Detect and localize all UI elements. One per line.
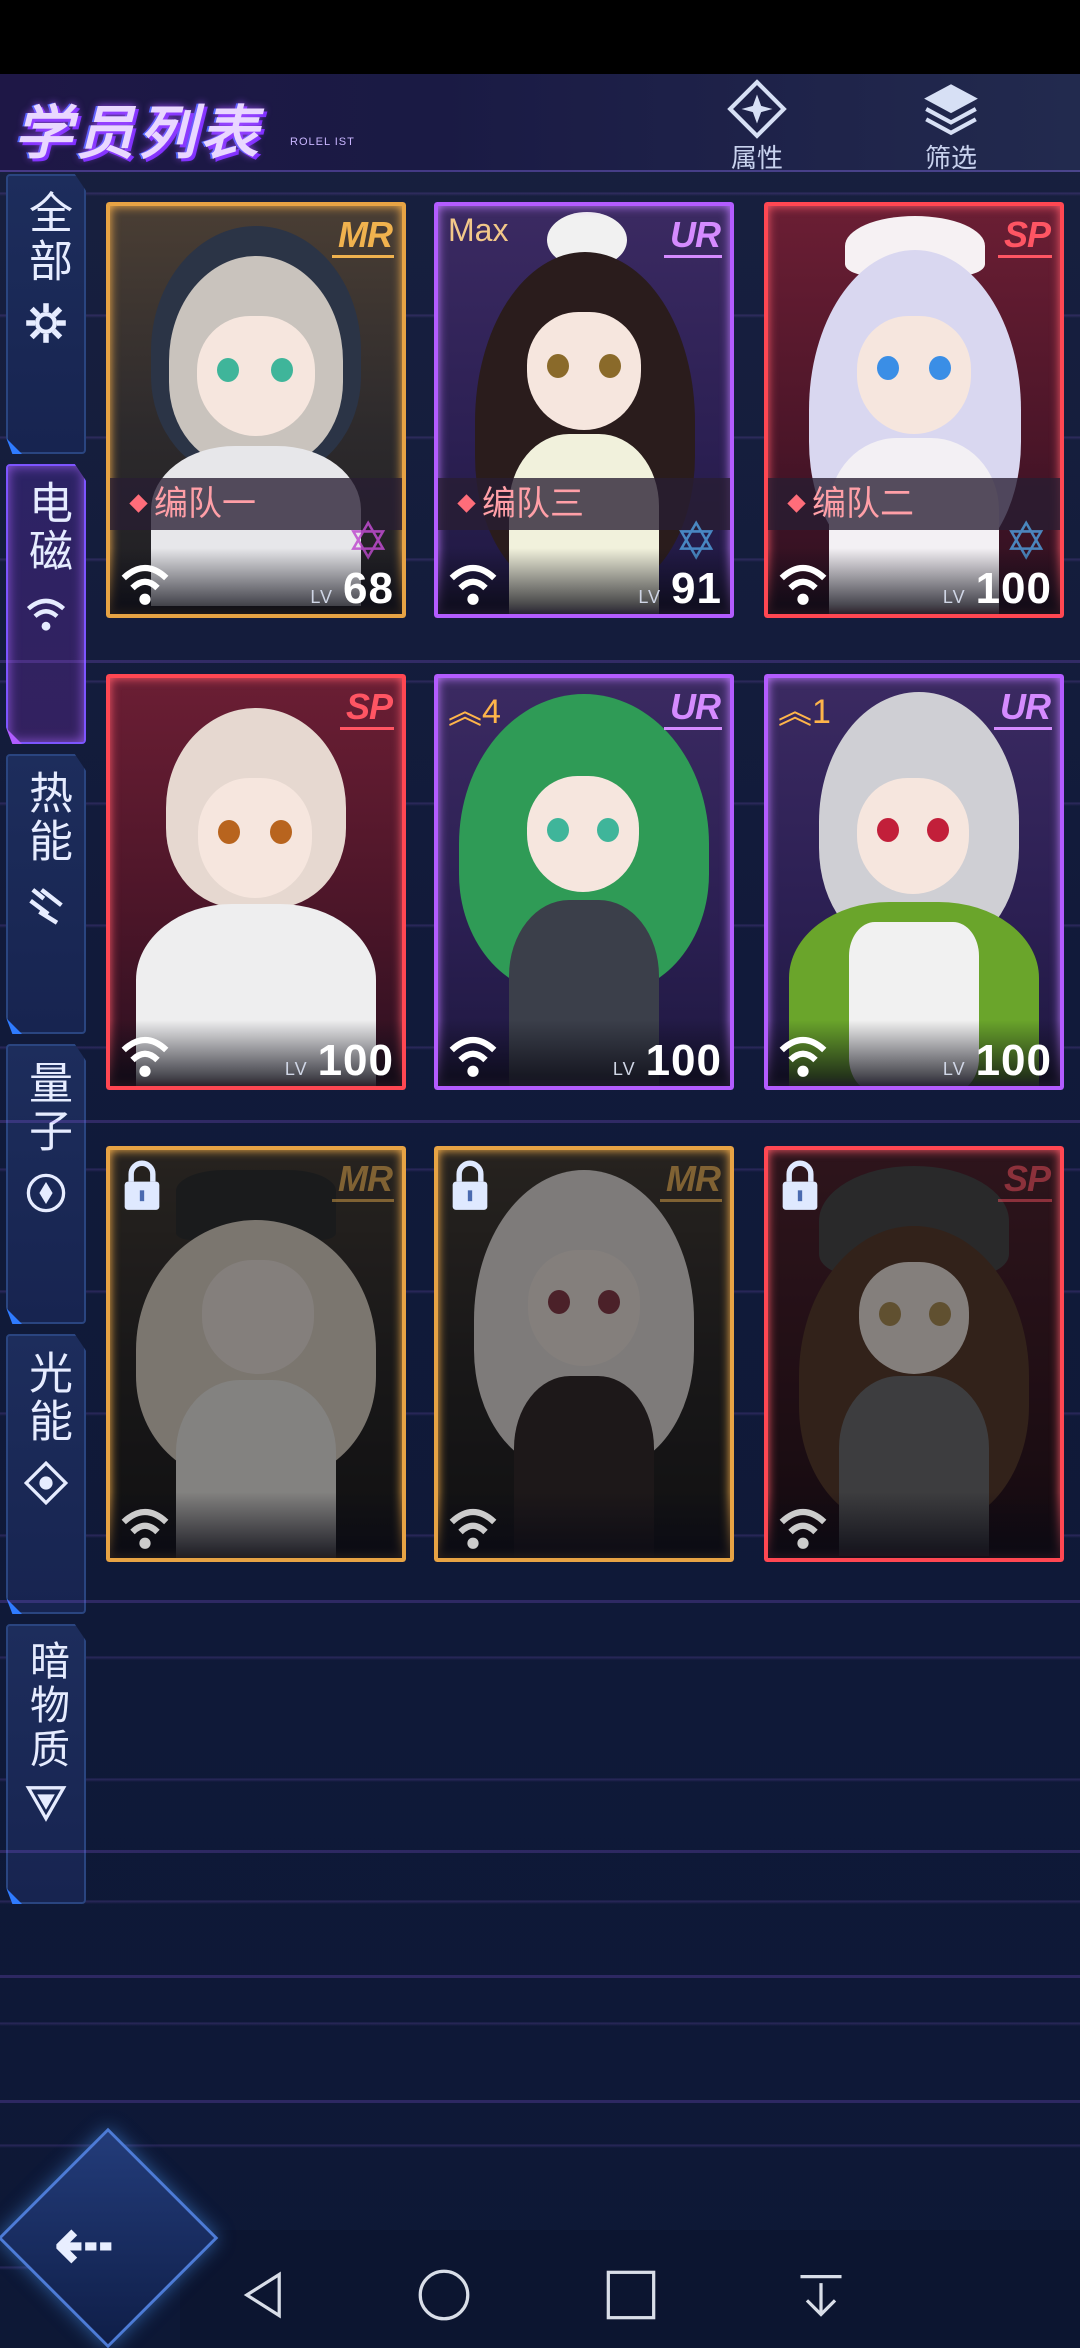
divider [0,1120,1080,1123]
rarity-badge: SP [997,214,1053,258]
star-upgrade-badge: ︽1 [778,684,831,733]
wifi-icon [779,564,827,605]
level-prefix: LV [942,1059,966,1079]
wifi-icon [779,1508,827,1549]
rarity-badge: MR [332,1158,394,1202]
character-card[interactable]: SP LV 100 [106,674,406,1090]
locked-character-card[interactable]: MR [106,1146,406,1562]
level-prefix: LV [612,1059,636,1079]
level-display: LV 100 [285,1036,394,1086]
level-value: 100 [317,1036,394,1085]
attribute-label: 属性 [730,143,783,173]
character-card[interactable]: Max UR 编队三 ✡ LV 91 [434,202,734,618]
level-prefix: LV [310,587,334,607]
tab-electromagnetic[interactable]: 电磁 [6,464,86,744]
locked-character-card[interactable]: SP [764,1146,1064,1562]
light-icon [24,1461,68,1505]
level-value: 91 [671,564,722,613]
quantum-icon [26,1173,66,1213]
chevron-up-icon: ︽ [778,693,812,731]
level-display: LV 100 [943,1036,1052,1086]
character-card[interactable]: SP 编队二 ✡ LV 100 [764,202,1064,618]
level-display: LV 91 [638,564,722,614]
character-card[interactable]: ︽1 UR LV 100 [764,674,1064,1090]
tab-label: 热能 [22,770,71,866]
wifi-icon [449,564,497,605]
system-back-icon[interactable] [236,2268,290,2322]
tab-label: 电磁 [22,480,71,576]
tab-label: 全部 [22,190,71,286]
character-card[interactable]: MR 编队一 ✡ LV 68 [106,202,406,618]
page-subtitle: ROLEL IST [290,136,355,148]
attribute-button[interactable]: 属性 [702,78,812,173]
divider [0,2100,1080,2103]
filter-button[interactable]: 筛选 [896,78,1006,173]
gear-icon [26,303,66,343]
recents-square-icon[interactable] [604,2268,658,2322]
level-prefix: LV [638,587,662,607]
rarity-badge: MR [660,1158,722,1202]
tab-label: 量子 [22,1060,71,1156]
tab-light[interactable]: 光能 [6,1334,86,1614]
star-count: 1 [812,693,831,731]
heat-icon [29,888,63,925]
tab-all[interactable]: 全部 [6,174,86,454]
wifi-icon [26,598,66,631]
level-display: LV 100 [613,1036,722,1086]
lock-icon [124,1160,160,1210]
rarity-badge: UR [664,686,722,730]
lock-icon [782,1160,818,1210]
divider [0,660,1080,663]
lock-icon [452,1160,488,1210]
rarity-badge: UR [664,214,722,258]
rarity-badge: SP [339,686,395,730]
divider [0,1850,1080,1853]
status-bar [0,0,1080,74]
layers-icon [924,84,978,136]
level-value: 100 [645,1036,722,1085]
level-value: 100 [975,1036,1052,1085]
star-count: 4 [482,693,501,731]
page-title: 学员列表 [14,101,263,166]
character-card[interactable]: ︽4 UR LV 100 [434,674,734,1090]
tab-label: 暗物质 [24,1640,68,1772]
tab-dark-matter[interactable]: 暗物质 [6,1624,86,1904]
wifi-icon [121,564,169,605]
tab-label: 光能 [22,1350,71,1446]
attribute-icon [727,79,787,139]
notification-pull-icon[interactable] [794,2268,848,2322]
back-arrow-icon: ⇠ [54,2205,115,2285]
chevron-up-icon: ︽ [448,693,482,731]
rarity-badge: SP [997,1158,1053,1202]
max-badge: Max [448,212,509,248]
divider [0,1975,1080,1978]
rarity-badge: MR [332,214,394,258]
locked-character-card[interactable]: MR [434,1146,734,1562]
filter-label: 筛选 [924,143,977,173]
wifi-icon [449,1508,497,1549]
star-upgrade-badge: ︽4 [448,684,501,733]
level-prefix: LV [942,587,966,607]
level-value: 68 [343,564,394,613]
wifi-icon [121,1036,169,1077]
divider [0,1600,1080,1603]
level-prefix: LV [284,1059,308,1079]
tab-quantum[interactable]: 量子 [6,1044,86,1324]
wifi-icon [779,1036,827,1077]
wifi-icon [121,1508,169,1549]
level-value: 100 [975,564,1052,613]
level-display: LV 68 [310,564,394,614]
rarity-badge: UR [994,686,1052,730]
tab-thermal[interactable]: 热能 [6,754,86,1034]
level-display: LV 100 [943,564,1052,614]
home-circle-icon[interactable] [417,2268,471,2322]
dark-matter-icon [25,1786,67,1822]
wifi-icon [449,1036,497,1077]
